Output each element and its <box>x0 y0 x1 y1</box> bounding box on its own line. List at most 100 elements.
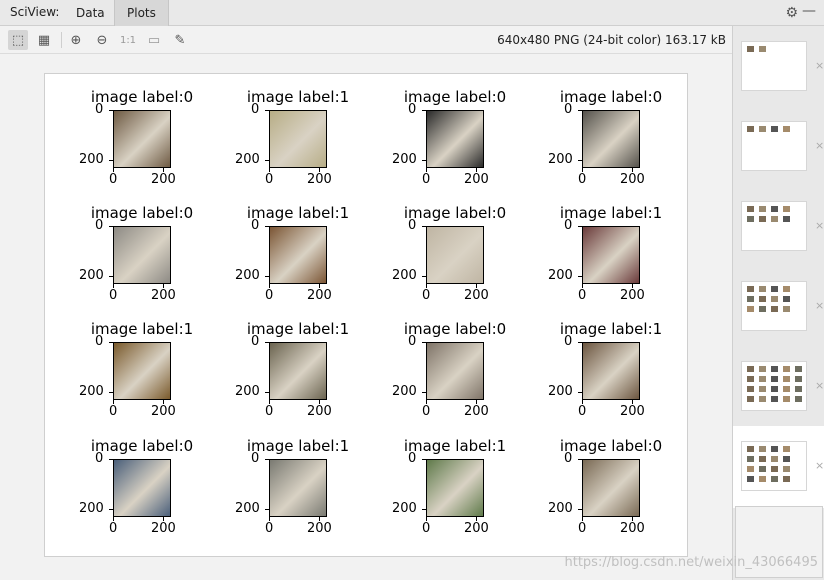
y-tick-label: 200 <box>548 384 573 399</box>
zoom-out-button[interactable]: ⊖ <box>92 30 112 50</box>
thumbnail-3[interactable] <box>741 201 807 251</box>
y-tickmark <box>422 459 426 460</box>
x-tick-label: 200 <box>307 172 332 187</box>
x-tick-label: 200 <box>620 521 645 536</box>
thumbnail-cell <box>747 286 754 292</box>
subplot-title: image label:0 <box>90 88 194 106</box>
y-tickmark <box>109 160 113 161</box>
thumbnail-cell <box>759 396 766 402</box>
x-tickmark <box>426 284 427 288</box>
y-tickmark <box>265 160 269 161</box>
y-tick-label: 200 <box>548 501 573 516</box>
y-tickmark <box>265 459 269 460</box>
y-tickmark <box>422 276 426 277</box>
color-picker-button[interactable]: ✎ <box>170 30 190 50</box>
thumbnail-cell <box>783 446 790 452</box>
x-tick-label: 200 <box>307 521 332 536</box>
x-tickmark <box>269 168 270 172</box>
grid-button[interactable]: ▦ <box>34 30 54 50</box>
x-tick-label: 200 <box>620 172 645 187</box>
x-tickmark <box>476 517 477 521</box>
close-icon[interactable]: × <box>815 59 824 72</box>
thumbnail-cell <box>771 306 778 312</box>
thumbnail-cell <box>747 466 754 472</box>
thumbnail-cell <box>747 206 754 212</box>
thumbnail-cell <box>771 216 778 222</box>
fit-to-window-button[interactable]: ⬚ <box>8 30 28 50</box>
thumbnail-cell <box>783 386 790 392</box>
y-tickmark <box>265 392 269 393</box>
thumbnail-cell <box>759 206 766 212</box>
thumbnail-5[interactable] <box>741 361 807 411</box>
thumbnail-cell <box>759 216 766 222</box>
y-tick-label: 200 <box>79 501 104 516</box>
x-tickmark <box>426 400 427 404</box>
thumbnail-cell <box>771 456 778 462</box>
subplot-title: image label:0 <box>90 437 194 455</box>
thumbnail-1[interactable] <box>741 41 807 91</box>
y-tickmark <box>422 342 426 343</box>
thumbnail-cell <box>747 396 754 402</box>
x-tick-label: 0 <box>422 172 431 187</box>
minus-icon[interactable]: — <box>802 3 816 19</box>
subplot-title: image label:1 <box>90 320 194 338</box>
thumbnail-cell <box>783 126 790 132</box>
subplot-title: image label:1 <box>559 204 663 222</box>
y-tickmark <box>109 276 113 277</box>
thumbnail-cell <box>783 366 790 372</box>
subplot-image <box>582 342 640 400</box>
thumbnail-2[interactable] <box>741 121 807 171</box>
y-tick-label: 0 <box>95 334 104 349</box>
thumbnail-cell <box>795 366 802 372</box>
close-icon[interactable]: × <box>815 299 824 312</box>
y-tick-label: 200 <box>392 268 417 283</box>
thumbnail-cell <box>771 286 778 292</box>
y-tickmark <box>422 509 426 510</box>
x-tick-label: 200 <box>464 288 489 303</box>
x-tick-label: 0 <box>109 404 118 419</box>
gear-icon[interactable]: ⚙ <box>785 5 798 21</box>
y-tickmark <box>265 342 269 343</box>
zoom-in-button[interactable]: ⊕ <box>66 30 86 50</box>
x-tickmark <box>319 168 320 172</box>
tab-data[interactable]: Data <box>64 0 117 26</box>
tab-plots[interactable]: Plots <box>114 0 169 26</box>
thumbnail-cell <box>771 296 778 302</box>
y-tick-label: 0 <box>251 218 260 233</box>
close-icon[interactable]: × <box>815 139 824 152</box>
y-tickmark <box>109 392 113 393</box>
x-tickmark <box>269 284 270 288</box>
fit-zoom-button[interactable]: ▭ <box>144 30 164 50</box>
x-tick-label: 0 <box>265 172 274 187</box>
thumbnail-6[interactable] <box>741 441 807 491</box>
y-tick-label: 200 <box>235 152 260 167</box>
close-icon[interactable]: × <box>815 459 824 472</box>
y-tickmark <box>265 110 269 111</box>
thumbnail-cell <box>759 446 766 452</box>
y-tick-label: 200 <box>392 384 417 399</box>
thumbnail-cell <box>759 376 766 382</box>
subplot-image <box>113 342 171 400</box>
subplot-title: image label:1 <box>246 320 350 338</box>
x-tickmark <box>163 517 164 521</box>
x-tickmark <box>426 168 427 172</box>
x-tick-label: 200 <box>307 404 332 419</box>
thumbnail-cell <box>771 396 778 402</box>
thumbnail-cell <box>771 386 778 392</box>
thumbnail-4[interactable] <box>741 281 807 331</box>
y-tick-label: 0 <box>564 451 573 466</box>
y-tickmark <box>578 226 582 227</box>
close-icon[interactable]: × <box>815 379 824 392</box>
y-tickmark <box>109 509 113 510</box>
x-tickmark <box>319 284 320 288</box>
x-tickmark <box>476 284 477 288</box>
thumbnail-cell <box>759 46 766 52</box>
x-tick-label: 0 <box>265 404 274 419</box>
thumbnail-cell <box>747 126 754 132</box>
x-tickmark <box>582 284 583 288</box>
close-icon[interactable]: × <box>815 219 824 232</box>
actual-size-button[interactable]: 1:1 <box>118 30 138 50</box>
y-tickmark <box>578 110 582 111</box>
subplot-image <box>269 110 327 168</box>
y-tick-label: 0 <box>95 102 104 117</box>
